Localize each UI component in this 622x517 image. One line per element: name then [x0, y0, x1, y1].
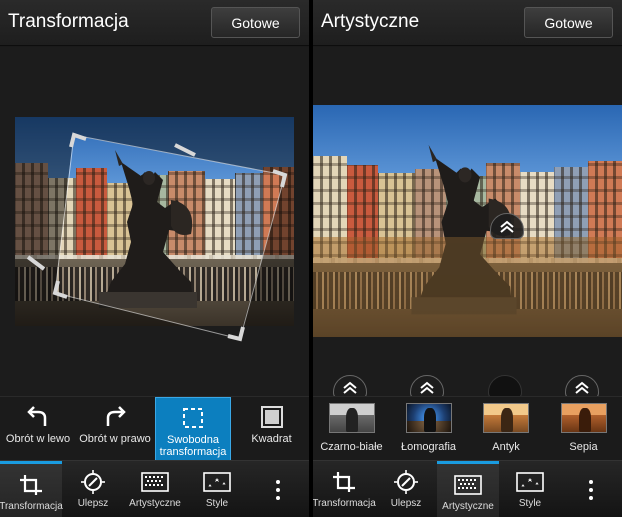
filter-label: Czarno-białe [320, 441, 383, 453]
nav-artistic[interactable]: Artystyczne [437, 461, 499, 517]
filter-black-white[interactable]: Czarno-białe [313, 397, 390, 461]
more-vertical-icon [276, 479, 280, 500]
filter-split-handle[interactable] [490, 213, 524, 239]
nav-style[interactable]: Style [186, 461, 248, 517]
bottom-nav: Transformacja Ulepsz Artystyczne Style [313, 460, 622, 517]
filter-lomography[interactable]: Łomografia [390, 397, 467, 461]
overflow-menu-button[interactable] [560, 461, 622, 517]
free-transform-button[interactable]: Swobodna transformacja [155, 397, 231, 461]
nav-label: Ulepsz [390, 498, 422, 509]
title-bar: Transformacja Gotowe [0, 0, 309, 46]
nav-label: Style [205, 498, 229, 509]
nav-label: Artystyczne [129, 498, 181, 509]
rotate-right-button[interactable]: Obrót w prawo [76, 397, 154, 461]
crop-frame[interactable] [0, 47, 309, 396]
square-crop-button[interactable]: Kwadrat [234, 397, 309, 461]
chevron-up-icon [343, 381, 357, 394]
transform-icon [20, 475, 42, 495]
style-icon [516, 472, 544, 492]
nav-style[interactable]: Style [499, 461, 561, 517]
rotate-left-button[interactable]: Obrót w lewo [0, 397, 76, 461]
filter-label: Sepia [569, 441, 598, 453]
enhance-icon [394, 470, 418, 494]
rotate-right-icon [106, 406, 126, 426]
free-transform-icon [183, 408, 203, 428]
artistic-screen: Artystyczne Gotowe Czarno-białe Łomograf… [313, 0, 622, 517]
more-vertical-icon [589, 479, 593, 500]
overflow-menu-button[interactable] [247, 461, 309, 517]
transform-toolbar: Obrót w lewo Obrót w prawo Swobodna tran… [0, 396, 309, 461]
nav-enhance[interactable]: Ulepsz [375, 461, 437, 517]
title-bar: Artystyczne Gotowe [313, 0, 622, 46]
edit-canvas[interactable] [313, 47, 622, 396]
artistic-icon [141, 472, 169, 492]
tool-label: Kwadrat [251, 433, 292, 445]
page-title: Transformacja [8, 11, 129, 32]
done-button[interactable]: Gotowe [524, 7, 613, 38]
sepia-thumb [560, 403, 607, 433]
nav-label: Transformacja [313, 498, 376, 509]
nav-transform[interactable]: Transformacja [313, 461, 376, 517]
filter-label: Łomografia [400, 441, 457, 453]
done-button[interactable]: Gotowe [211, 7, 300, 38]
transformation-screen: Transformacja Gotowe Obrót w lewo Obrót … [0, 0, 309, 517]
chevron-up-icon [500, 220, 514, 233]
black-white-thumb [328, 403, 375, 433]
bottom-nav: Transformacja Ulepsz Artystyczne Style [0, 460, 309, 517]
nav-artistic[interactable]: Artystyczne [124, 461, 186, 517]
square-crop-icon [260, 406, 283, 428]
style-icon [203, 472, 231, 492]
filter-strip: Czarno-białe Łomografia Antyk Sepia [313, 396, 622, 460]
nav-label: Ulepsz [77, 498, 109, 509]
tool-label: Obrót w prawo [79, 433, 151, 445]
lomography-thumb [405, 403, 452, 433]
nav-enhance[interactable]: Ulepsz [62, 461, 124, 517]
antique-thumb [483, 403, 529, 433]
nav-label: Transformacja [0, 501, 63, 512]
filter-label: Antyk [492, 441, 520, 453]
filter-sepia[interactable]: Sepia [545, 397, 622, 461]
tool-label: Obrót w lewo [5, 433, 71, 445]
page-title: Artystyczne [321, 11, 420, 32]
transform-icon [333, 472, 355, 492]
filter-antique[interactable]: Antyk [467, 397, 545, 461]
edit-canvas[interactable] [0, 47, 309, 396]
nav-transform[interactable]: Transformacja [0, 461, 63, 517]
nav-label: Style [518, 498, 542, 509]
chevron-up-icon [575, 381, 589, 394]
nav-label: Artystyczne [442, 501, 494, 512]
rotate-left-icon [27, 406, 47, 426]
artistic-icon [454, 475, 482, 495]
photo-preview [313, 105, 622, 337]
enhance-icon [81, 470, 105, 494]
chevron-up-icon [420, 381, 434, 394]
tool-label: Swobodna transformacja [159, 434, 227, 458]
